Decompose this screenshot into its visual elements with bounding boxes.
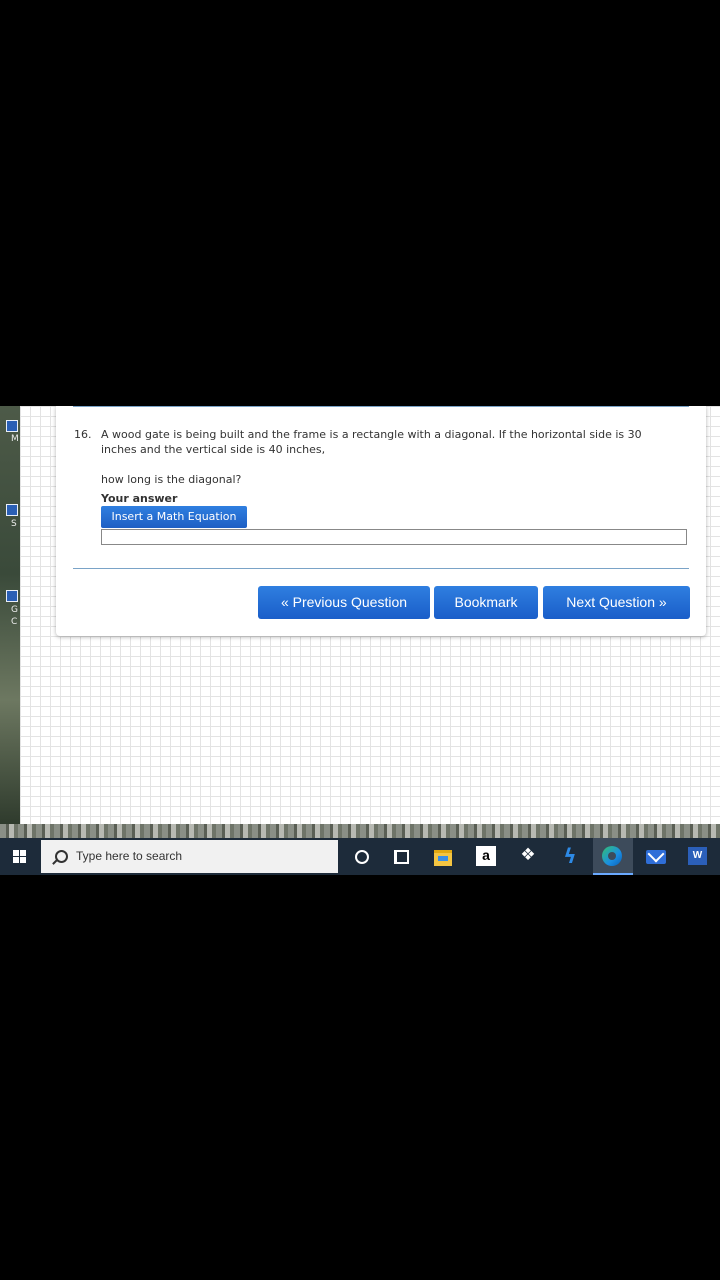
mail-icon[interactable] (636, 838, 676, 875)
desktop-shortcut-icon[interactable] (6, 420, 18, 432)
desktop-shortcut-icon[interactable] (6, 590, 18, 602)
previous-question-button[interactable]: « Previous Question (258, 586, 430, 619)
bolt-app-icon[interactable]: ϟ (550, 838, 590, 875)
word-icon[interactable]: W (677, 838, 717, 875)
desktop-icon-label: C (11, 617, 18, 627)
desktop-icon-label: G (11, 605, 18, 615)
question-prompt: how long is the diagonal? (101, 473, 242, 486)
question-number: 16. (74, 428, 92, 441)
amazon-letter: a (476, 846, 496, 866)
windows-start-icon[interactable] (0, 838, 40, 875)
question-card: 16. A wood gate is being built and the f… (56, 406, 706, 636)
taskbar-search-box[interactable]: Type here to search (41, 840, 338, 873)
word-letter: W (688, 847, 707, 865)
edge-icon[interactable] (593, 838, 633, 875)
desktop-shortcut-icon[interactable] (6, 504, 18, 516)
bookmark-button[interactable]: Bookmark (434, 586, 538, 619)
quiz-page: 16. A wood gate is being built and the f… (20, 406, 720, 824)
cortana-icon[interactable] (341, 838, 381, 875)
divider (73, 406, 689, 407)
desktop-background: M S G C (0, 406, 20, 826)
answer-input[interactable] (101, 529, 687, 545)
desktop-icon-label: S (11, 519, 17, 529)
dropbox-icon[interactable]: ❖ (508, 838, 548, 875)
task-view-icon[interactable] (381, 838, 421, 875)
answer-label: Your answer (101, 492, 178, 505)
file-explorer-icon[interactable] (423, 838, 463, 875)
search-placeholder: Type here to search (76, 849, 183, 863)
search-icon (55, 850, 68, 863)
taskbar: Type here to search a ❖ ϟ W (0, 838, 720, 875)
amazon-icon[interactable]: a (466, 838, 506, 875)
insert-math-equation-button[interactable]: Insert a Math Equation (101, 506, 247, 528)
question-block: 16. A wood gate is being built and the f… (74, 427, 674, 457)
browser-screen: M S G C 16. A wood gate is being built a… (0, 406, 720, 875)
next-question-button[interactable]: Next Question » (543, 586, 690, 619)
desktop-icon-label: M (11, 434, 19, 444)
divider (73, 568, 689, 569)
question-text: A wood gate is being built and the frame… (101, 428, 642, 456)
